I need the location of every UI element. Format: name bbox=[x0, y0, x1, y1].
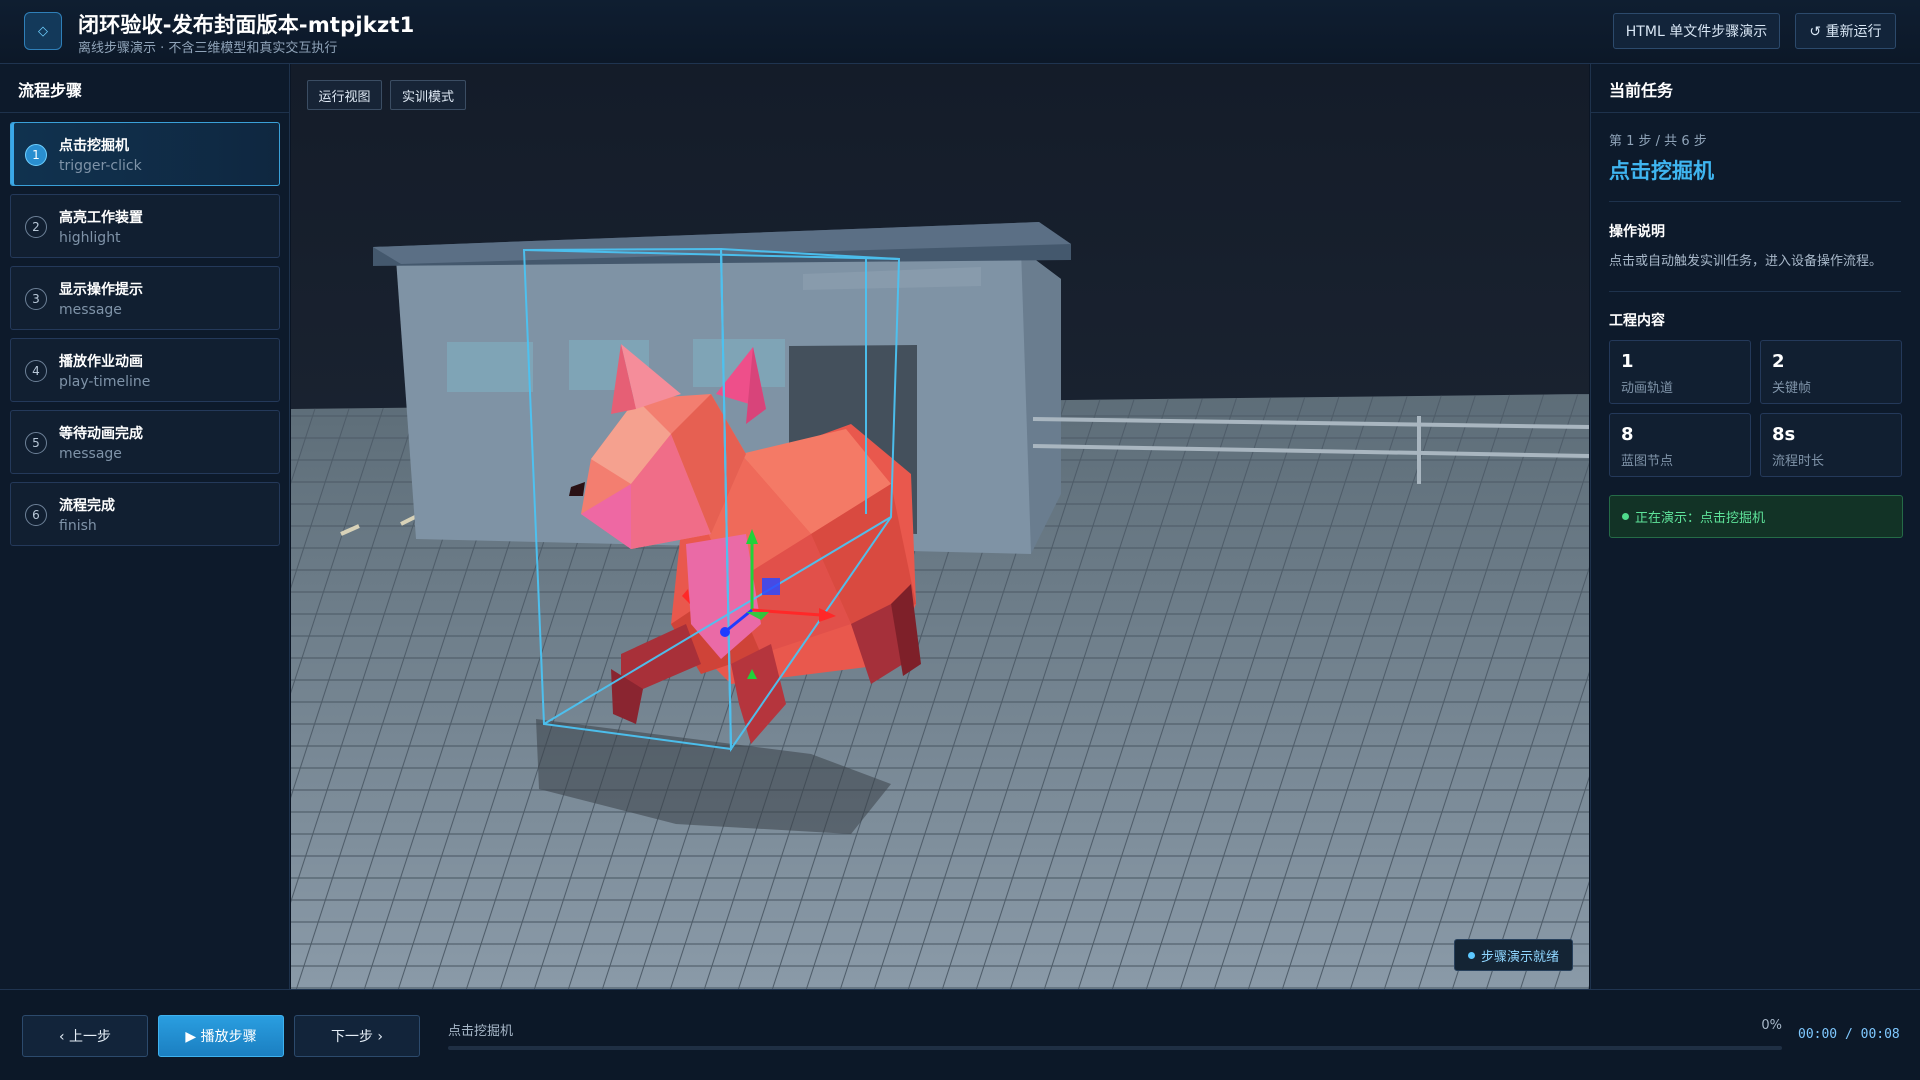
sidebar-divider bbox=[0, 112, 289, 113]
step-code: trigger-click bbox=[59, 158, 142, 174]
prev-step-button[interactable]: ‹ 上一步 bbox=[22, 1015, 148, 1057]
stat-label: 关键帧 bbox=[1772, 381, 1812, 396]
progress-percent: 0% bbox=[1761, 1018, 1782, 1033]
step-name: 流程完成 bbox=[59, 498, 115, 514]
play-step-button[interactable]: ▶ 播放步骤 bbox=[158, 1015, 284, 1057]
step-number: 5 bbox=[25, 432, 47, 454]
sidebar-title: 流程步骤 bbox=[18, 81, 83, 100]
stat-value: 8s bbox=[1772, 424, 1796, 445]
step-code: play-timeline bbox=[59, 374, 151, 390]
step-item-5[interactable]: 5 等待动画完成 message bbox=[10, 410, 280, 474]
app-subtitle: 离线步骤演示 · 不含三维模型和真实交互执行 bbox=[78, 41, 338, 56]
step-item-2[interactable]: 2 高亮工作装置 highlight bbox=[10, 194, 280, 258]
scene-canvas[interactable] bbox=[291, 64, 1589, 989]
current-task-name: 点击挖掘机 bbox=[1609, 159, 1714, 183]
stat-label: 动画轨道 bbox=[1621, 381, 1674, 396]
stat-label: 流程时长 bbox=[1772, 454, 1825, 469]
next-step-button[interactable]: 下一步 › bbox=[294, 1015, 420, 1057]
steps-sidebar: 流程步骤 1 点击挖掘机 trigger-click 2 高亮工作装置 high… bbox=[0, 64, 290, 989]
step-name: 显示操作提示 bbox=[59, 282, 143, 298]
step-code: highlight bbox=[59, 230, 121, 246]
step-code: message bbox=[59, 446, 122, 462]
diamond-icon: ◇ bbox=[24, 12, 62, 50]
rerun-button[interactable]: ↺ 重新运行 bbox=[1795, 13, 1896, 49]
stat-label: 蓝图节点 bbox=[1621, 454, 1674, 469]
step-progress: 第 1 步 / 共 6 步 bbox=[1609, 134, 1707, 149]
current-step-label: 点击挖掘机 bbox=[448, 1024, 514, 1039]
step-item-1[interactable]: 1 点击挖掘机 trigger-click bbox=[10, 122, 280, 186]
step-name: 点击挖掘机 bbox=[59, 138, 129, 154]
step-item-3[interactable]: 3 显示操作提示 message bbox=[10, 266, 280, 330]
task-panel-divider bbox=[1591, 112, 1920, 113]
step-number: 6 bbox=[25, 504, 47, 526]
step-name: 播放作业动画 bbox=[59, 354, 143, 370]
step-number: 3 bbox=[25, 288, 47, 310]
step-item-4[interactable]: 4 播放作业动画 play-timeline bbox=[10, 338, 280, 402]
step-name: 等待动画完成 bbox=[59, 426, 143, 442]
section-divider bbox=[1609, 291, 1901, 292]
stat-value: 2 bbox=[1772, 351, 1785, 372]
app-title: 闭环验收-发布封面版本-mtpjkzt1 bbox=[78, 13, 415, 37]
demo-status-text: 正在演示：点击挖掘机 bbox=[1635, 511, 1766, 526]
project-content-title: 工程内容 bbox=[1609, 313, 1665, 329]
status-dot-icon bbox=[1467, 951, 1475, 959]
step-number: 4 bbox=[25, 360, 47, 382]
stat-card-keyframes: 2 关键帧 bbox=[1760, 340, 1902, 404]
step-name: 高亮工作装置 bbox=[59, 210, 143, 226]
html-demo-button[interactable]: HTML 单文件步骤演示 bbox=[1613, 13, 1780, 49]
stat-card-animation-tracks: 1 动画轨道 bbox=[1609, 340, 1751, 404]
stat-value: 1 bbox=[1621, 351, 1634, 372]
step-item-6[interactable]: 6 流程完成 finish bbox=[10, 482, 280, 546]
training-mode-button[interactable]: 实训模式 bbox=[390, 80, 466, 110]
scene-viewport[interactable]: 运行视图 实训模式 步骤演示就绪 bbox=[291, 64, 1589, 989]
instructions-title: 操作说明 bbox=[1609, 224, 1665, 240]
step-number: 2 bbox=[25, 216, 47, 238]
step-code: finish bbox=[59, 518, 97, 534]
task-panel-title: 当前任务 bbox=[1609, 81, 1674, 100]
instructions-text: 点击或自动触发实训任务，进入设备操作流程。 bbox=[1609, 254, 1883, 269]
progress-bar[interactable] bbox=[448, 1046, 1782, 1050]
run-view-button[interactable]: 运行视图 bbox=[307, 80, 382, 110]
stat-value: 8 bbox=[1621, 424, 1634, 445]
status-chip-text: 步骤演示就绪 bbox=[1480, 949, 1559, 965]
task-panel: 当前任务 第 1 步 / 共 6 步 点击挖掘机 操作说明 点击或自动触发实训任… bbox=[1590, 64, 1920, 989]
status-dot-icon bbox=[1622, 513, 1629, 520]
demo-status-banner: 正在演示：点击挖掘机 bbox=[1609, 495, 1903, 538]
playback-bar: ‹ 上一步 ▶ 播放步骤 下一步 › 点击挖掘机 0% 00:00 / 00:0… bbox=[0, 989, 1920, 1080]
time-readout: 00:00 / 00:08 bbox=[1798, 1027, 1900, 1042]
step-code: message bbox=[59, 302, 122, 318]
status-chip: 步骤演示就绪 bbox=[1454, 939, 1573, 971]
stat-card-duration: 8s 流程时长 bbox=[1760, 413, 1902, 477]
stat-card-blueprint-nodes: 8 蓝图节点 bbox=[1609, 413, 1751, 477]
step-number: 1 bbox=[25, 144, 47, 166]
section-divider bbox=[1609, 201, 1901, 202]
app-header: ◇ 闭环验收-发布封面版本-mtpjkzt1 离线步骤演示 · 不含三维模型和真… bbox=[0, 0, 1920, 64]
